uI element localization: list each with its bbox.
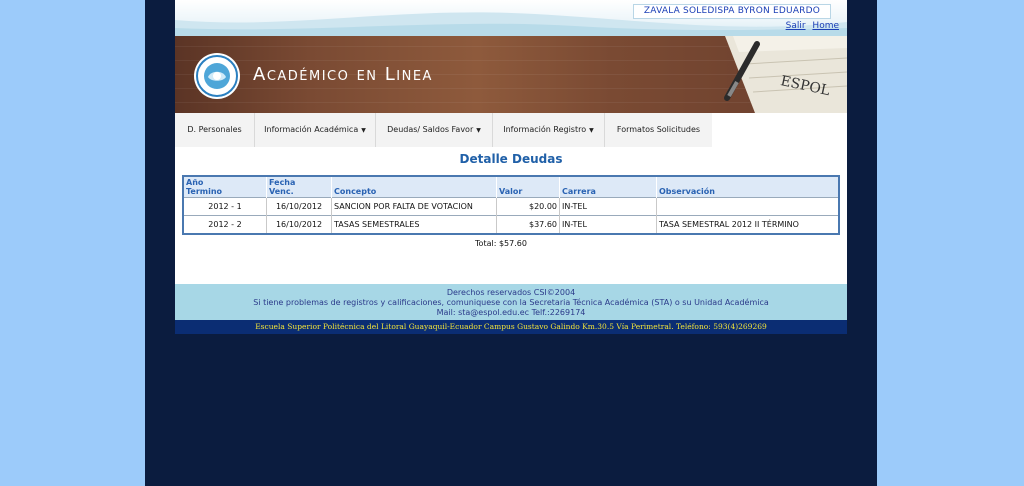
header-top-band: ZAVALA SOLEDISPA BYRON EDUARDO Salir Hom… xyxy=(175,0,847,36)
menu-item-personal-data[interactable]: D. Personales xyxy=(175,113,255,147)
col-header-due-date: Fecha Venc. xyxy=(266,176,332,198)
footer-copyright: Derechos reservados CSI©2004 xyxy=(446,288,576,297)
cell-due-date: 16/10/2012 xyxy=(266,215,332,234)
menu-item-registration-info[interactable]: Información Registro ▼ xyxy=(493,113,605,147)
cell-concept: TASAS SEMESTRALES xyxy=(331,215,497,234)
footer-address: Escuela Superior Politécnica del Litoral… xyxy=(175,320,847,334)
menu-item-label: D. Personales xyxy=(187,125,242,134)
table-row: 2012 - 2 16/10/2012 TASAS SEMESTRALES $3… xyxy=(183,215,839,234)
cell-observation: TASA SEMESTRAL 2012 II TÉRMINO xyxy=(656,215,839,234)
footer-contact: Mail: sta@espol.edu.ec Telf.:2269174 xyxy=(436,308,586,317)
notebook-image: ESPOL xyxy=(724,36,847,113)
cell-term: 2012 - 1 xyxy=(183,197,267,216)
caret-down-icon: ▼ xyxy=(476,127,481,134)
col-header-concept: Concepto xyxy=(331,176,497,198)
logout-link[interactable]: Salir xyxy=(786,21,806,31)
col-header-career: Carrera xyxy=(559,176,657,198)
header-banner: Académico en Linea ESPOL xyxy=(175,36,847,113)
menu-item-label: Deudas/ Saldos Favor xyxy=(387,125,474,134)
col-header-value: Valor xyxy=(496,176,560,198)
espol-logo xyxy=(194,53,240,99)
cell-concept: SANCION POR FALTA DE VOTACION xyxy=(331,197,497,216)
main-menu: D. Personales Información Académica ▼ Deu… xyxy=(175,113,712,147)
user-name-badge: ZAVALA SOLEDISPA BYRON EDUARDO xyxy=(633,4,831,19)
menu-item-label: Información Registro xyxy=(503,125,587,134)
menu-item-label: Información Académica xyxy=(264,125,359,134)
menu-item-label: Formatos Solicitudes xyxy=(616,125,701,134)
footer-info: Derechos reservados CSI©2004 Si tiene pr… xyxy=(175,284,847,320)
table-header-row: Año Termino Fecha Venc. Concepto Valor Car… xyxy=(183,176,839,198)
cell-value: $20.00 xyxy=(496,197,560,216)
cell-career: IN-TEL xyxy=(559,197,657,216)
footer-help-text: Si tiene problemas de registros y califi… xyxy=(253,298,769,307)
debts-table: Año Termino Fecha Venc. Concepto Valor Car… xyxy=(182,175,840,235)
home-link[interactable]: Home xyxy=(812,21,839,31)
menu-item-academic-info[interactable]: Información Académica ▼ xyxy=(255,113,376,147)
cell-career: IN-TEL xyxy=(559,215,657,234)
page-title: Detalle Deudas xyxy=(459,152,563,166)
top-links: Salir Home xyxy=(782,21,839,31)
banner-title: Académico en Linea xyxy=(253,64,433,85)
caret-down-icon: ▼ xyxy=(589,127,594,134)
cell-observation xyxy=(656,197,839,216)
menu-item-debts[interactable]: Deudas/ Saldos Favor ▼ xyxy=(376,113,493,147)
table-row: 2012 - 1 16/10/2012 SANCION POR FALTA DE… xyxy=(183,197,839,216)
col-header-term: Año Termino xyxy=(183,176,267,198)
caret-down-icon: ▼ xyxy=(361,127,366,134)
col-header-observation: Observación xyxy=(656,176,839,198)
debt-total: Total: $57.60 xyxy=(475,239,527,248)
cell-value: $37.60 xyxy=(496,215,560,234)
menu-item-request-forms[interactable]: Formatos Solicitudes xyxy=(605,113,712,147)
cell-term: 2012 - 2 xyxy=(183,215,267,234)
cell-due-date: 16/10/2012 xyxy=(266,197,332,216)
page-container: ZAVALA SOLEDISPA BYRON EDUARDO Salir Hom… xyxy=(175,0,847,334)
